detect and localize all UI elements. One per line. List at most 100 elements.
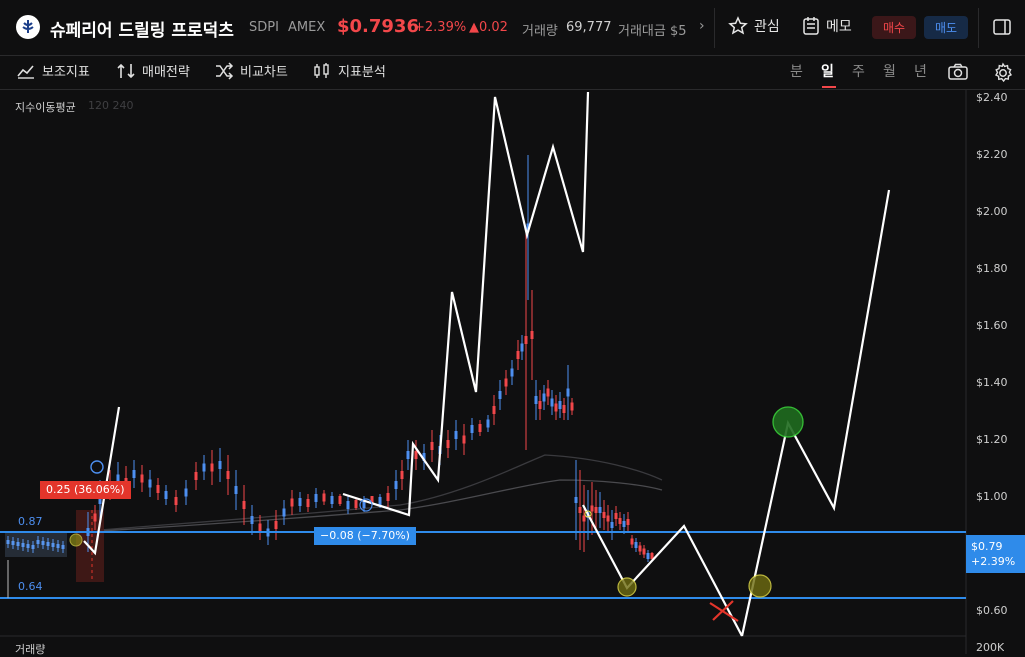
- drawn-path-2[interactable]: [342, 91, 590, 517]
- timeframe-day[interactable]: 일: [821, 61, 834, 81]
- current-price-change: +2.39%: [971, 555, 1016, 568]
- candlestick-icon: [314, 62, 329, 78]
- price-axis-label: $1.20: [976, 433, 1008, 446]
- target-circle-yellow[interactable]: [617, 577, 637, 597]
- candle-body: [306, 499, 310, 507]
- candle-body: [598, 507, 602, 513]
- candle-body: [394, 481, 398, 489]
- lower-level-label: 0.64: [18, 580, 43, 593]
- candle-body: [622, 521, 626, 527]
- candle-body: [274, 521, 278, 529]
- candle-body: [140, 474, 144, 483]
- timeframe-week[interactable]: 주: [852, 61, 865, 81]
- candle-body: [606, 515, 610, 522]
- candle-body: [354, 500, 358, 508]
- candle-body: [322, 493, 326, 502]
- candle-body: [346, 501, 350, 509]
- indicator-title[interactable]: 지수이동평균: [15, 99, 76, 115]
- strategy-icon: [117, 63, 135, 78]
- candle-body: [378, 497, 382, 505]
- gear-icon[interactable]: [992, 62, 1014, 88]
- candle-body: [298, 498, 302, 506]
- candle-body: [638, 545, 642, 552]
- divider: [714, 8, 715, 48]
- candle-body: [492, 406, 496, 414]
- price-change-tag-blue[interactable]: −0.08 (−7.70%): [314, 527, 416, 545]
- exchange-name: AMEX: [288, 20, 326, 35]
- candle-body: [210, 463, 214, 472]
- candle-body: [386, 493, 390, 501]
- indicator-chart-icon: [17, 64, 34, 79]
- candle-body: [558, 401, 562, 409]
- timeframe-month[interactable]: 월: [883, 61, 896, 81]
- star-icon: [728, 16, 748, 35]
- candle-body: [534, 396, 538, 404]
- candle-body: [542, 393, 546, 402]
- candle-body: [602, 512, 606, 518]
- favorite-label: 관심: [754, 19, 780, 35]
- price-axis-label: $2.00: [976, 205, 1008, 218]
- candle-body: [618, 518, 622, 524]
- candle-body: [498, 391, 502, 399]
- price-change-tag-red[interactable]: 0.25 (36.06%): [40, 481, 131, 499]
- candle-body: [574, 497, 578, 503]
- strategy-label: 매매전략: [142, 65, 190, 80]
- buy-button[interactable]: 매수: [872, 16, 916, 39]
- candle-body: [594, 507, 598, 513]
- candle-body: [554, 403, 558, 412]
- compare-chart-button[interactable]: 비교차트: [214, 61, 288, 80]
- sell-button[interactable]: 매도: [924, 16, 968, 39]
- candle-body: [566, 388, 570, 397]
- candle-body: [156, 485, 160, 493]
- candle-body: [550, 398, 554, 407]
- candle-body: [242, 501, 246, 509]
- candle-body: [338, 496, 342, 504]
- company-logo-icon: [16, 15, 40, 39]
- candle-body: [164, 491, 168, 499]
- header-bar: 슈페리어 드릴링 프로덕츠 SDPI AMEX $0.7936 +2.39% ▲…: [0, 0, 1025, 56]
- candle-body: [470, 425, 474, 433]
- candle-body: [406, 451, 410, 459]
- marker-circle[interactable]: [69, 533, 83, 547]
- candle-body: [562, 405, 566, 413]
- candle-body: [626, 519, 630, 525]
- price-axis-label: $0.60: [976, 604, 1008, 617]
- candle-body: [582, 515, 586, 522]
- timeframe-minute[interactable]: 분: [790, 61, 803, 81]
- volume-value: 69,777: [566, 20, 612, 35]
- candle-body: [218, 461, 222, 469]
- timeframe-year[interactable]: 년: [914, 61, 927, 81]
- candle-body: [538, 401, 542, 409]
- price-axis-label: $1.80: [976, 262, 1008, 275]
- chevron-right-icon[interactable]: ›: [699, 18, 705, 34]
- shuffle-icon: [216, 61, 234, 80]
- ticker-symbol: SDPI: [249, 20, 279, 35]
- favorite-button[interactable]: 관심: [728, 16, 780, 36]
- volume-label: 거래량: [522, 24, 558, 39]
- panel-layout-icon[interactable]: [992, 17, 1012, 41]
- price-axis-label: $1.00: [976, 490, 1008, 503]
- candle-body: [414, 451, 418, 459]
- chart-toolbar: 보조지표 매매전략 비교차트 지표분석 분 일 주 월 년: [0, 56, 1025, 90]
- strategy-button[interactable]: 매매전략: [116, 61, 190, 80]
- upper-level-label: 0.87: [18, 515, 43, 528]
- indicator-analysis-button[interactable]: 지표분석: [312, 61, 386, 80]
- camera-icon[interactable]: [947, 62, 969, 86]
- memo-button[interactable]: 메모: [802, 16, 852, 36]
- candle-body: [590, 505, 594, 512]
- active-timeframe-indicator: [822, 86, 836, 88]
- current-price-tag: $0.79 +2.39%: [966, 535, 1025, 573]
- drawn-path-4[interactable]: [740, 189, 891, 637]
- change-percent: +2.39%: [414, 20, 467, 35]
- candle-body: [250, 516, 254, 524]
- price-chart[interactable]: [0, 90, 1025, 654]
- price-axis-label: $1.60: [976, 319, 1008, 332]
- target-circle-yellow[interactable]: [748, 574, 772, 598]
- marker-circle-blue[interactable]: [90, 460, 104, 474]
- indicators-button[interactable]: 보조지표: [16, 61, 90, 80]
- candle-body: [504, 378, 508, 387]
- divider: [978, 8, 979, 48]
- candle-body: [446, 440, 450, 448]
- candle-body: [578, 507, 582, 513]
- target-circle-green[interactable]: [772, 406, 804, 438]
